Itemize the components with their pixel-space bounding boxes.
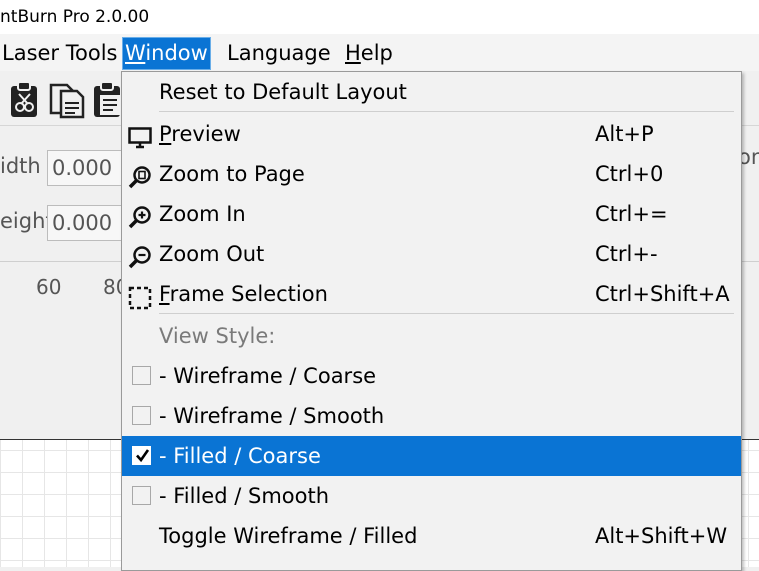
menu-zoom-out[interactable]: Zoom Out Ctrl+-	[122, 234, 741, 274]
menu-style-wireframe-coarse[interactable]: - Wireframe / Coarse	[122, 356, 741, 396]
width-label: idth	[0, 154, 41, 178]
menu-laser-tools[interactable]: Laser Tools	[0, 38, 119, 69]
clipboard-icon[interactable]	[92, 81, 120, 119]
zoom-in-icon	[128, 203, 152, 229]
menu-window[interactable]: Window	[122, 37, 211, 70]
style-checkbox[interactable]	[132, 446, 151, 465]
copy-icon[interactable]	[49, 81, 85, 119]
frame-selection-icon	[128, 283, 152, 310]
menu-zoom-in[interactable]: Zoom In Ctrl+=	[122, 194, 741, 234]
ruler-tick: 60	[36, 275, 62, 299]
menu-preview[interactable]: Preview Alt+P	[122, 114, 741, 154]
style-checkbox[interactable]	[132, 486, 151, 505]
style-checkbox[interactable]	[132, 406, 151, 425]
menu-help[interactable]: Help	[343, 38, 395, 69]
menu-toggle-wireframe-filled[interactable]: Toggle Wireframe / Filled Alt+Shift+W	[122, 516, 741, 556]
preview-icon	[128, 123, 152, 149]
style-checkbox[interactable]	[132, 366, 151, 385]
window-title: ntBurn Pro 2.0.00	[0, 7, 150, 27]
width-input[interactable]: 0.000	[47, 150, 122, 186]
menu-style-filled-coarse[interactable]: - Filled / Coarse	[122, 436, 741, 476]
title-bar: ntBurn Pro 2.0.00	[0, 0, 759, 34]
menu-reset-layout[interactable]: Reset to Default Layout	[122, 72, 741, 112]
height-label: eight	[0, 209, 54, 233]
zoom-out-icon	[128, 243, 152, 269]
menu-style-wireframe-smooth[interactable]: - Wireframe / Smooth	[122, 396, 741, 436]
menu-frame-selection[interactable]: Frame Selection Ctrl+Shift+A	[122, 274, 741, 314]
menu-zoom-to-page[interactable]: Zoom to Page Ctrl+0	[122, 154, 741, 194]
checkmark-icon	[136, 449, 150, 463]
separator	[159, 111, 734, 112]
window-menu-dropdown: Reset to Default Layout Preview Alt+P Zo…	[121, 71, 742, 571]
paste-icon[interactable]	[9, 81, 41, 119]
menu-language[interactable]: Language	[225, 38, 333, 69]
separator	[159, 313, 734, 314]
menu-bar: Laser Tools Window Language Help	[0, 34, 759, 71]
menu-style-filled-smooth[interactable]: - Filled / Smooth	[122, 476, 741, 516]
zoom-page-icon	[128, 163, 152, 189]
view-style-header: View Style:	[159, 324, 276, 348]
height-input[interactable]: 0.000	[47, 205, 122, 241]
